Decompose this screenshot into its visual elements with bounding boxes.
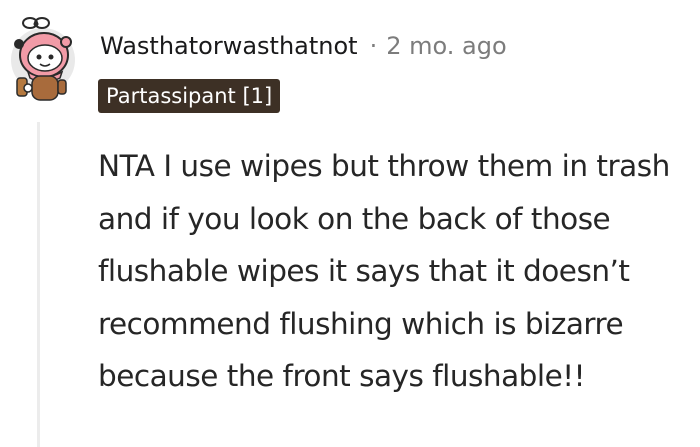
- timestamp-link[interactable]: 2 mo. ago: [386, 32, 506, 60]
- snoo-avatar-icon: [11, 17, 75, 101]
- username-link[interactable]: Wasthatorwasthatnot: [100, 32, 358, 60]
- comment-body: NTA I use wipes but throw them in trash …: [98, 149, 670, 393]
- user-avatar[interactable]: [8, 12, 78, 107]
- user-flair-badge: Partassipant [1]: [98, 79, 281, 113]
- thread-collapse-line[interactable]: [37, 122, 40, 447]
- comment-meta: Wasthatorwasthatnot · 2 mo. ago: [100, 30, 507, 62]
- meta-separator: ·: [369, 32, 378, 60]
